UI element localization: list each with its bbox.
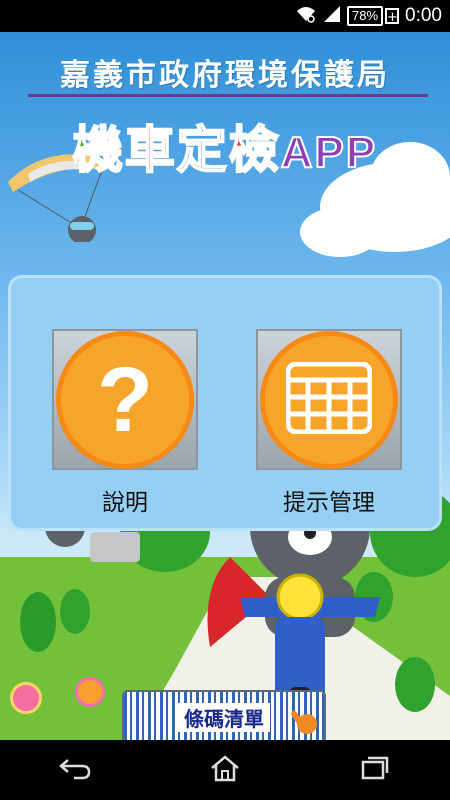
question-icon: ? [96,348,154,451]
back-button[interactable] [45,750,105,790]
cloud-decoration [300,207,380,257]
menu-panel: ? 說明 提示管理 [8,275,442,531]
barcode-list-button[interactable]: 條碼清單 [122,690,326,744]
signal-icon [323,5,341,27]
tree-decoration [20,592,56,652]
title-divider [28,94,428,97]
recents-button[interactable] [345,750,405,790]
status-icons: 78% + 0:00 [295,0,442,32]
reminder-management-button[interactable] [256,329,402,470]
lollipop-decoration [75,677,105,707]
battery-icon: 78% + [346,6,400,26]
wifi-icon [295,5,317,27]
charging-indicator: + [385,8,400,25]
help-button[interactable]: ? [52,329,198,470]
app-screen: 嘉義市政府環境保護局 機車定檢APP ? 說明 提示管理 [0,32,450,740]
app-title: 機車定檢APP [0,110,450,182]
reminder-circle [260,330,398,469]
back-icon [58,756,92,784]
home-icon [209,754,241,786]
app-title-char: 檢 [228,121,281,179]
app-title-char: 定 [176,121,229,179]
pointing-hand-icon [290,706,320,740]
home-button[interactable] [195,750,255,790]
app-title-char: 機 [72,121,125,179]
help-label: 說明 [102,490,148,516]
lollipop-decoration [10,682,42,714]
tree-decoration [60,589,90,634]
calendar-grid-icon [285,361,373,438]
reminder-management-label: 提示管理 [283,490,375,516]
app-title-char: APP [280,127,378,178]
battery-level: 78% [346,6,384,26]
navigation-bar [0,740,450,800]
barcode-list-label: 條碼清單 [178,702,270,732]
recents-icon [360,755,390,785]
tree-decoration [395,657,435,712]
help-circle: ? [56,330,194,469]
app-title-char: 車 [124,121,177,179]
status-bar: 78% + 0:00 [0,0,450,32]
clock: 0:00 [405,5,442,26]
agency-title: 嘉義市政府環境保護局 [60,59,390,92]
